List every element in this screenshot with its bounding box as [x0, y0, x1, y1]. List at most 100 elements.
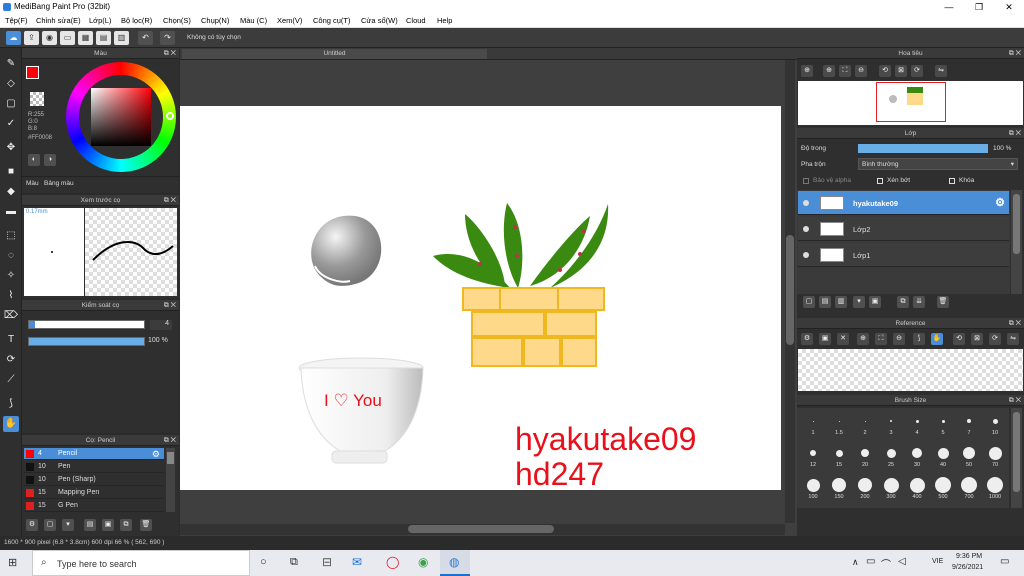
- new-8bit-layer-icon[interactable]: ▥: [835, 296, 847, 308]
- brush-list-scrollbar[interactable]: [166, 448, 175, 512]
- document-tab[interactable]: Untitled: [182, 49, 487, 59]
- panel-close-icon[interactable]: ⧉ ✕: [164, 195, 176, 206]
- text-tool-icon[interactable]: T: [3, 332, 19, 348]
- opera-icon[interactable]: ◯: [386, 555, 399, 569]
- gear-icon[interactable]: ⚙: [995, 196, 1005, 209]
- zoom-icon[interactable]: ⊕: [801, 65, 813, 77]
- panel-close-icon[interactable]: ⧉ ✕: [1009, 395, 1021, 406]
- ref-zoom-out-icon[interactable]: ⊖: [893, 333, 905, 345]
- saturation-box[interactable]: [91, 88, 151, 146]
- visibility-icon[interactable]: [803, 252, 809, 258]
- lasso-tool-icon[interactable]: ◌: [3, 248, 19, 264]
- new-layer-icon[interactable]: ▢: [803, 296, 815, 308]
- brush-size-option[interactable]: 50: [957, 444, 981, 468]
- vertical-scrollbar[interactable]: [785, 60, 795, 523]
- layer-row-lop2[interactable]: Lớp2: [798, 217, 1009, 241]
- hue-marker[interactable]: [166, 112, 174, 120]
- brush-size-option[interactable]: 3: [879, 412, 903, 436]
- brush-size-option[interactable]: 500: [931, 476, 955, 500]
- brush-list-item[interactable]: 15 G Pen: [24, 500, 164, 512]
- brush-list-scroll-thumb[interactable]: [167, 452, 174, 464]
- menu-layer[interactable]: Lớp(L): [89, 16, 111, 25]
- new-halftone-layer-icon[interactable]: ▤: [819, 296, 831, 308]
- ref-rotate-right-icon[interactable]: ⟳: [989, 333, 1001, 345]
- brush-size-option[interactable]: 2: [853, 412, 877, 436]
- cortana-icon[interactable]: ○: [260, 556, 267, 568]
- menu-help[interactable]: Help: [437, 16, 452, 25]
- brush-size-scroll-thumb[interactable]: [1013, 412, 1020, 492]
- ref-eyedropper-icon[interactable]: ⟆: [913, 333, 925, 345]
- brush-size-option[interactable]: 300: [879, 476, 903, 500]
- duplicate-layer-icon[interactable]: ⧉: [897, 296, 909, 308]
- ref-open-icon[interactable]: ⚙: [801, 333, 813, 345]
- redo-icon[interactable]: ↷: [160, 31, 175, 45]
- brush-size-option[interactable]: 25: [879, 444, 903, 468]
- menu-cloud[interactable]: Cloud: [406, 16, 426, 25]
- brush-size-option[interactable]: 100: [801, 476, 825, 500]
- navigator-preview[interactable]: [798, 81, 1023, 125]
- brush-opacity-slider[interactable]: [28, 337, 145, 346]
- mail-icon[interactable]: ✉: [352, 555, 362, 569]
- network-icon[interactable]: ⌒: [881, 556, 891, 571]
- brush-list-item[interactable]: 4 Pencil ⚙: [24, 448, 164, 460]
- brush-size-option[interactable]: 70: [983, 444, 1007, 468]
- clock-date[interactable]: 9/26/2021: [952, 564, 983, 571]
- drawing-canvas[interactable]: I ♡ You hyakutake09 hd247: [180, 106, 781, 492]
- fit-icon[interactable]: ⛶: [839, 65, 851, 77]
- clock-time[interactable]: 9:36 PM: [956, 553, 982, 560]
- visibility-icon[interactable]: [803, 200, 809, 206]
- brush-list-item[interactable]: 15 Mapping Pen: [24, 487, 164, 499]
- brush-size-option[interactable]: 20: [853, 444, 877, 468]
- reference-canvas[interactable]: [798, 349, 1023, 391]
- brush-delete-icon[interactable]: 🗑: [140, 519, 152, 531]
- hand-tool-icon[interactable]: ✋: [3, 416, 19, 432]
- panel-close-icon[interactable]: ⧉ ✕: [164, 435, 176, 446]
- brush-size-option[interactable]: 200: [853, 476, 877, 500]
- dot-tool-icon[interactable]: ▢: [3, 96, 19, 112]
- menu-select[interactable]: Chọn(S): [163, 16, 191, 25]
- brush-size-option[interactable]: 10: [983, 412, 1007, 436]
- brush-size-option[interactable]: 40: [931, 444, 955, 468]
- ref-reset-icon[interactable]: ⊠: [971, 333, 983, 345]
- eyedropper-icon[interactable]: ⟆: [3, 396, 19, 412]
- brush-size-slider[interactable]: [28, 320, 145, 329]
- brush-add-icon[interactable]: ⚙: [26, 519, 38, 531]
- color-mode-icon[interactable]: ◐: [28, 154, 40, 166]
- brush-size-option[interactable]: 4: [905, 412, 929, 436]
- undo-icon[interactable]: ↶: [138, 31, 153, 45]
- clipping-checkbox[interactable]: [877, 178, 883, 184]
- menu-file[interactable]: Tệp(F): [5, 16, 28, 25]
- transparent-swatch[interactable]: [30, 92, 44, 106]
- app-icon-green[interactable]: ◉: [418, 555, 428, 569]
- divide-tool-icon[interactable]: ⟋: [3, 372, 19, 388]
- move-tool-icon[interactable]: ✥: [3, 140, 19, 156]
- close-button[interactable]: ✕: [994, 0, 1024, 14]
- operation-tool-icon[interactable]: ⟳: [3, 352, 19, 368]
- layer-row-lop1[interactable]: Lớp1: [798, 243, 1009, 267]
- chevron-up-icon[interactable]: ∧: [852, 557, 859, 568]
- shape-tool-icon[interactable]: ■: [3, 164, 19, 180]
- brush-file-icon[interactable]: ▤: [84, 519, 96, 531]
- maximize-button[interactable]: ❐: [964, 0, 994, 14]
- panel-close-icon[interactable]: ⧉ ✕: [164, 300, 176, 311]
- horizontal-scrollbar[interactable]: [180, 524, 785, 535]
- protect-alpha-checkbox[interactable]: [803, 178, 809, 184]
- panel-close-icon[interactable]: ⧉ ✕: [1009, 318, 1021, 329]
- brush-size-option[interactable]: 1.5: [827, 412, 851, 436]
- brush-size-option[interactable]: 7: [957, 412, 981, 436]
- upload-icon[interactable]: ⇪: [24, 31, 39, 45]
- volume-icon[interactable]: ◁: [898, 556, 906, 567]
- brush-list-item[interactable]: 10 Pen (Sharp): [24, 474, 164, 486]
- layer-list-scrollbar[interactable]: [1011, 190, 1022, 294]
- language-indicator[interactable]: VIE: [932, 558, 943, 565]
- select-pen-tool-icon[interactable]: ⌇: [3, 288, 19, 304]
- brush-new-icon[interactable]: ▢: [44, 519, 56, 531]
- menu-window[interactable]: Cửa sổ(W): [361, 16, 398, 25]
- menu-edit[interactable]: Chỉnh sửa(E): [36, 16, 81, 25]
- visibility-icon[interactable]: [803, 226, 809, 232]
- brush-size-option[interactable]: 5: [931, 412, 955, 436]
- select-pen-icon[interactable]: ✓: [3, 116, 19, 132]
- panel-close-icon[interactable]: ⧉ ✕: [164, 48, 176, 59]
- layer-opacity-slider[interactable]: [858, 144, 988, 153]
- layer-folder-icon[interactable]: ▣: [869, 296, 881, 308]
